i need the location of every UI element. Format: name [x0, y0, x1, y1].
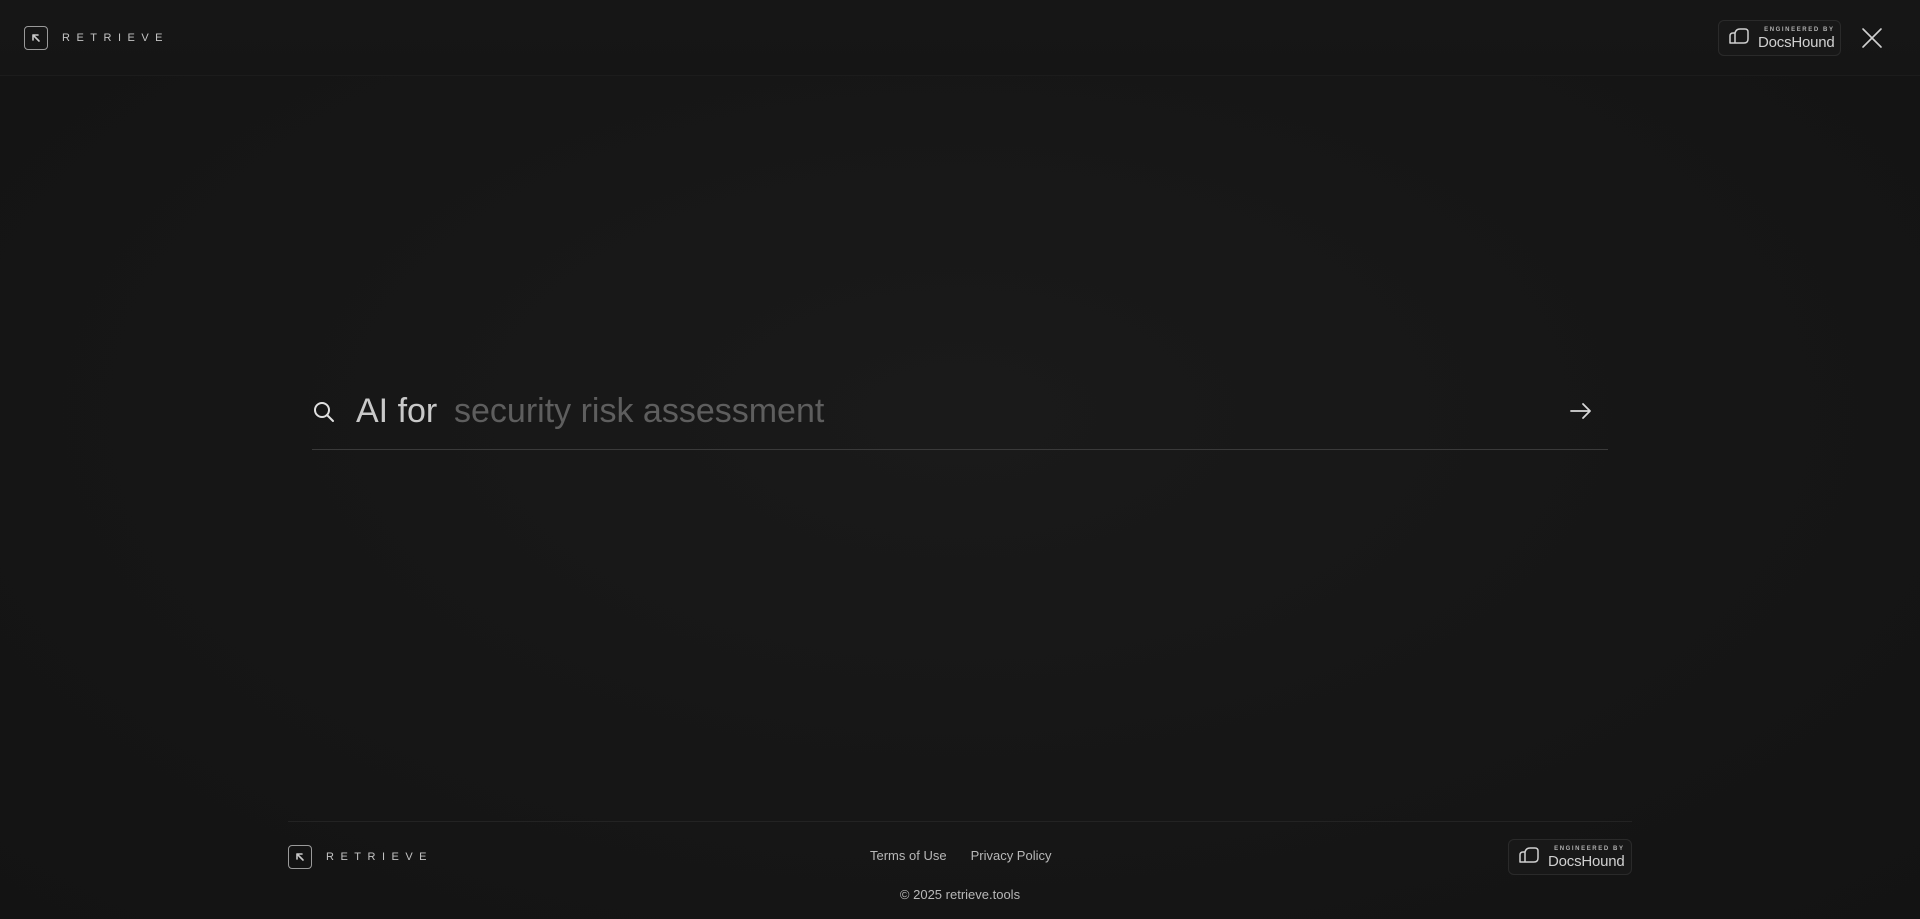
top-bar: RETRIEVE ENGINEERED BY DocsHound: [0, 0, 1920, 76]
privacy-policy-link[interactable]: Privacy Policy: [971, 848, 1052, 863]
footer-brand-logo-link[interactable]: RETRIEVE: [288, 845, 433, 869]
arrow-up-left-icon: [24, 26, 48, 50]
page: RETRIEVE ENGINEERED BY DocsHound AI for …: [0, 0, 1920, 919]
terms-of-use-link[interactable]: Terms of Use: [870, 848, 947, 863]
badge-docshound-text: DocsHound: [1548, 852, 1625, 870]
search-bar: AI for: [312, 380, 1608, 450]
engineered-by-docshound-badge[interactable]: ENGINEERED BY DocsHound: [1718, 20, 1841, 56]
footer-divider: [288, 821, 1632, 822]
footer-links: Terms of Use Privacy Policy: [870, 848, 1052, 863]
docshound-logo-icon: [1518, 846, 1540, 869]
footer-engineered-by-docshound-badge[interactable]: ENGINEERED BY DocsHound: [1508, 839, 1632, 875]
docshound-logo-icon: [1728, 27, 1750, 50]
close-icon[interactable]: [1860, 26, 1884, 50]
arrow-up-left-icon: [288, 845, 312, 869]
badge-engineered-by-text: ENGINEERED BY: [1764, 26, 1835, 33]
search-input[interactable]: [454, 390, 1514, 432]
copyright-text: © 2025 retrieve.tools: [899, 887, 1021, 902]
badge-engineered-by-text: ENGINEERED BY: [1554, 845, 1625, 852]
brand-logo-link[interactable]: RETRIEVE: [24, 26, 169, 50]
brand-wordmark: RETRIEVE: [62, 32, 170, 44]
search-prefix-label: AI for: [356, 392, 438, 430]
footer-brand-wordmark: RETRIEVE: [326, 851, 434, 863]
badge-docshound-text: DocsHound: [1758, 33, 1835, 51]
search-icon: [312, 400, 336, 424]
arrow-right-icon[interactable]: [1568, 398, 1594, 424]
